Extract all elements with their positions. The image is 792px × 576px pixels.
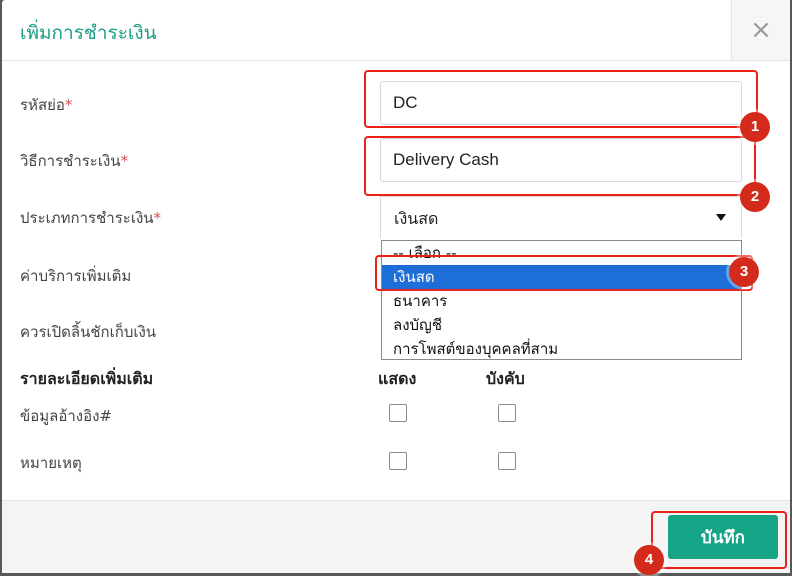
cash-drawer-label: ควรเปิดลิ้นชักเก็บเงิน [20, 323, 157, 341]
option-third-party[interactable]: การโพสต์ของบุคคลที่สาม [382, 337, 741, 361]
annotation-highlight-3 [375, 255, 753, 291]
details-heading: รายละเอียดเพิ่มเติม [20, 369, 154, 388]
code-label-text: รหัสย่อ [20, 96, 65, 114]
annotation-marker-1: 1 [740, 112, 770, 142]
payment-type-value: เงินสด [394, 209, 439, 228]
annotation-marker-2: 2 [740, 182, 770, 212]
note-show-checkbox[interactable] [389, 452, 407, 470]
note-label: หมายเหตุ [20, 454, 82, 472]
method-label: วิธีการชำระเงิน* [20, 149, 128, 173]
required-mark: * [64, 96, 73, 114]
code-label: รหัสย่อ* [20, 93, 72, 117]
dialog-header: เพิ่มการชำระเงิน × [2, 0, 790, 61]
annotation-highlight-1 [364, 70, 758, 128]
annotation-highlight-2 [364, 136, 756, 196]
close-icon: × [750, 15, 772, 45]
type-label-text: ประเภทการชำระเงิน [20, 209, 154, 227]
reference-required-checkbox[interactable] [498, 404, 516, 422]
col-show-header: แสดง [378, 369, 417, 388]
col-required-header: บังคับ [486, 369, 525, 388]
caret-down-icon [716, 214, 726, 221]
annotation-highlight-4 [651, 511, 787, 569]
extra-fee-label: ค่าบริการเพิ่มเติม [20, 267, 132, 285]
option-on-account[interactable]: ลงบัญชี [382, 313, 741, 337]
close-button[interactable]: × [731, 0, 790, 60]
payment-type-select[interactable]: เงินสด [380, 196, 742, 238]
note-required-checkbox[interactable] [498, 452, 516, 470]
required-mark: * [120, 152, 129, 170]
annotation-marker-3: 3 [729, 257, 759, 287]
reference-label: ข้อมูลอ้างอิง# [20, 407, 112, 425]
reference-show-checkbox[interactable] [389, 404, 407, 422]
type-label: ประเภทการชำระเงิน* [20, 206, 161, 230]
method-label-text: วิธีการชำระเงิน [20, 152, 121, 170]
required-mark: * [153, 209, 162, 227]
annotation-marker-4: 4 [634, 545, 664, 575]
dialog-title: เพิ่มการชำระเงิน [20, 22, 157, 44]
option-bank[interactable]: ธนาคาร [382, 289, 741, 313]
